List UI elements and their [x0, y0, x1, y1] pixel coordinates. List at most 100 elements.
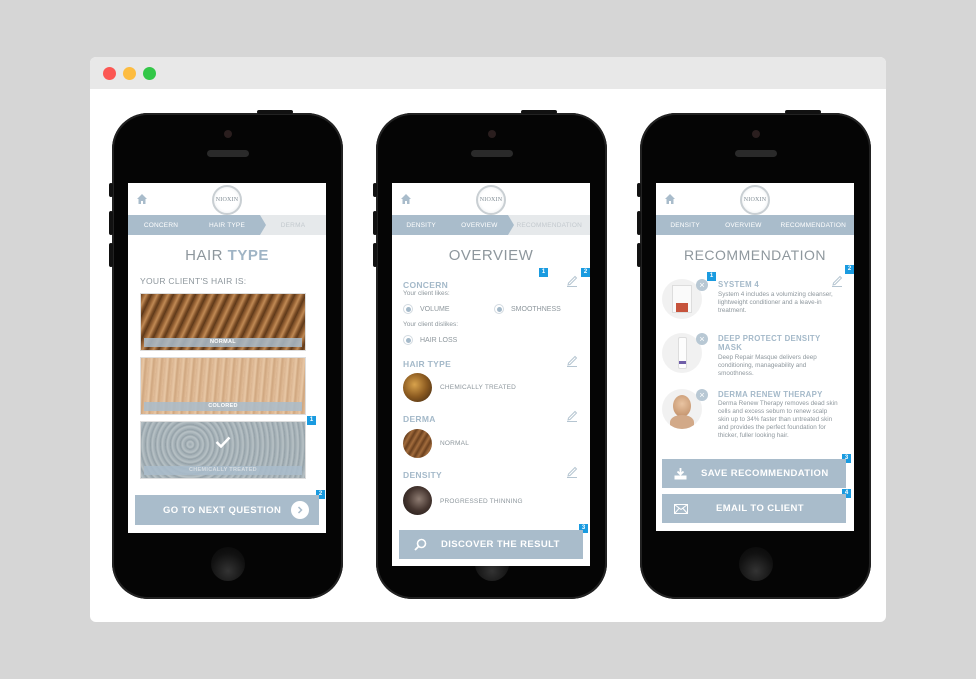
volume-down-button	[373, 243, 377, 267]
phone-overview: NIOXIN DENSITY OVERVIEW RECOMMENDATION O…	[373, 110, 607, 599]
volume-down-button	[637, 243, 641, 267]
dislike-hair-loss[interactable]: HAIR LOSS	[403, 335, 457, 345]
home-icon[interactable]	[400, 193, 412, 205]
volume-down-button	[109, 243, 113, 267]
home-button	[738, 547, 773, 581]
edit-derma-pencil-icon[interactable]	[566, 410, 578, 422]
power-button	[785, 110, 821, 114]
power-button	[521, 110, 557, 114]
edit-density-pencil-icon[interactable]	[566, 466, 578, 478]
volume-up-button	[109, 211, 113, 235]
breadcrumb-recommendation[interactable]: RECOMMENDATION	[772, 215, 854, 235]
breadcrumb: CONCERN HAIR TYPE DERMA	[128, 215, 326, 235]
model-face	[673, 395, 691, 417]
page-title: RECOMMENDATION	[683, 247, 827, 263]
close-window-button[interactable]	[103, 67, 116, 80]
hair-option-label: CHEMICALLY TREATED	[144, 466, 302, 475]
hair-option-colored[interactable]: COLORED	[140, 357, 306, 415]
front-camera	[487, 130, 496, 138]
like-smoothness[interactable]: SMOOTHNESS	[494, 304, 561, 314]
density-value: PROGRESSED THINNING	[440, 498, 523, 505]
like-volume[interactable]: VOLUME	[403, 304, 450, 314]
density-thumbnail	[403, 486, 432, 515]
screen-hair-type: NIOXIN CONCERN HAIR TYPE DERMA HAIR TYPE…	[128, 183, 326, 533]
product-description: System 4 includes a volumizing cleanser,…	[718, 291, 833, 314]
hair-type-heading: HAIR TYPE	[403, 359, 452, 369]
product-name: SYSTEM 4	[718, 280, 759, 289]
search-icon	[414, 538, 427, 551]
remove-product-icon[interactable]: ×	[696, 333, 708, 345]
hair-type-value: CHEMICALLY TREATED	[440, 384, 517, 391]
nioxin-logo: NIOXIN	[476, 185, 506, 215]
annotation-badge-2: 2	[581, 268, 590, 277]
likes-label: Your client likes:	[403, 290, 450, 297]
next-question-button[interactable]: GO TO NEXT QUESTION	[135, 495, 319, 525]
breadcrumb-overview[interactable]: OVERVIEW	[450, 215, 515, 235]
dislikes-label: Your client dislikes:	[403, 321, 459, 328]
model-shoulders	[670, 415, 694, 429]
screen-overview: NIOXIN DENSITY OVERVIEW RECOMMENDATION O…	[392, 183, 590, 566]
front-camera	[751, 130, 760, 138]
nioxin-logo: NIOXIN	[212, 185, 242, 215]
app-header: NIOXIN	[656, 183, 854, 215]
edit-hair-type-pencil-icon[interactable]	[566, 355, 578, 367]
breadcrumb-density[interactable]: DENSITY	[656, 215, 721, 235]
breadcrumb-hair-type[interactable]: HAIR TYPE	[194, 215, 266, 235]
edit-recommendation-pencil-icon[interactable]	[831, 275, 843, 287]
product-description: Deep Repair Masque delivers deep conditi…	[718, 354, 817, 377]
mute-switch	[637, 183, 641, 197]
power-button	[257, 110, 293, 114]
mute-switch	[373, 183, 377, 197]
annotation-badge-1: 1	[707, 272, 716, 281]
annotation-badge-2: 2	[845, 265, 854, 274]
page-title: HAIR TYPE	[185, 247, 269, 264]
remove-product-icon[interactable]: ×	[696, 389, 708, 401]
breadcrumb-derma[interactable]: DERMA	[260, 215, 326, 235]
minimize-window-button[interactable]	[123, 67, 136, 80]
home-icon[interactable]	[664, 193, 676, 205]
earpiece-speaker	[470, 150, 513, 157]
hair-option-label: NORMAL	[144, 338, 302, 347]
annotation-badge-1: 1	[539, 268, 548, 277]
breadcrumb-concern[interactable]: CONCERN	[128, 215, 200, 235]
mute-switch	[109, 183, 113, 197]
hair-type-thumbnail	[403, 373, 432, 402]
chevron-right-icon	[291, 501, 309, 519]
app-header: NIOXIN	[392, 183, 590, 215]
hair-option-label: COLORED	[144, 402, 302, 411]
earpiece-speaker	[734, 150, 777, 157]
hair-option-normal[interactable]: NORMAL	[140, 293, 306, 351]
breadcrumb: DENSITY OVERVIEW RECOMMENDATION	[392, 215, 590, 235]
window-titlebar	[90, 57, 886, 89]
volume-up-button	[637, 211, 641, 235]
home-button	[210, 547, 245, 581]
discover-result-button[interactable]: DISCOVER THE RESULT	[399, 530, 583, 559]
nioxin-logo: NIOXIN	[740, 185, 770, 215]
volume-up-button	[373, 211, 377, 235]
app-header: NIOXIN	[128, 183, 326, 215]
edit-concern-pencil-icon[interactable]	[566, 275, 578, 287]
product-box-accent	[676, 303, 688, 312]
breadcrumb: DENSITY OVERVIEW RECOMMENDATION	[656, 215, 854, 235]
breadcrumb-overview[interactable]: OVERVIEW	[714, 215, 779, 235]
product-description: Derma Renew Therapy removes dead skin ce…	[718, 400, 838, 439]
page-title: OVERVIEW	[448, 247, 534, 264]
zoom-window-button[interactable]	[143, 67, 156, 80]
hair-option-chemically-treated[interactable]: CHEMICALLY TREATED	[140, 421, 306, 479]
breadcrumb-recommendation[interactable]: RECOMMENDATION	[508, 215, 590, 235]
product-tube-accent	[679, 361, 686, 364]
download-icon	[674, 467, 687, 479]
product-name: DERMA RENEW THERAPY	[718, 390, 823, 399]
phone-hair-type: NIOXIN CONCERN HAIR TYPE DERMA HAIR TYPE…	[109, 110, 343, 599]
save-recommendation-button[interactable]: SAVE RECOMMENDATION	[662, 459, 846, 488]
product-tube	[678, 337, 687, 369]
front-camera	[223, 130, 232, 138]
home-icon[interactable]	[136, 193, 148, 205]
checkmark-icon	[215, 436, 231, 448]
product-name: DEEP PROTECT DENSITY MASK	[718, 334, 821, 352]
envelope-icon	[674, 503, 688, 514]
email-to-client-button[interactable]: EMAIL TO CLIENT	[662, 494, 846, 523]
question-label: YOUR CLIENT'S HAIR IS:	[140, 276, 247, 286]
radio-selected-icon	[403, 335, 413, 345]
breadcrumb-density[interactable]: DENSITY	[392, 215, 457, 235]
